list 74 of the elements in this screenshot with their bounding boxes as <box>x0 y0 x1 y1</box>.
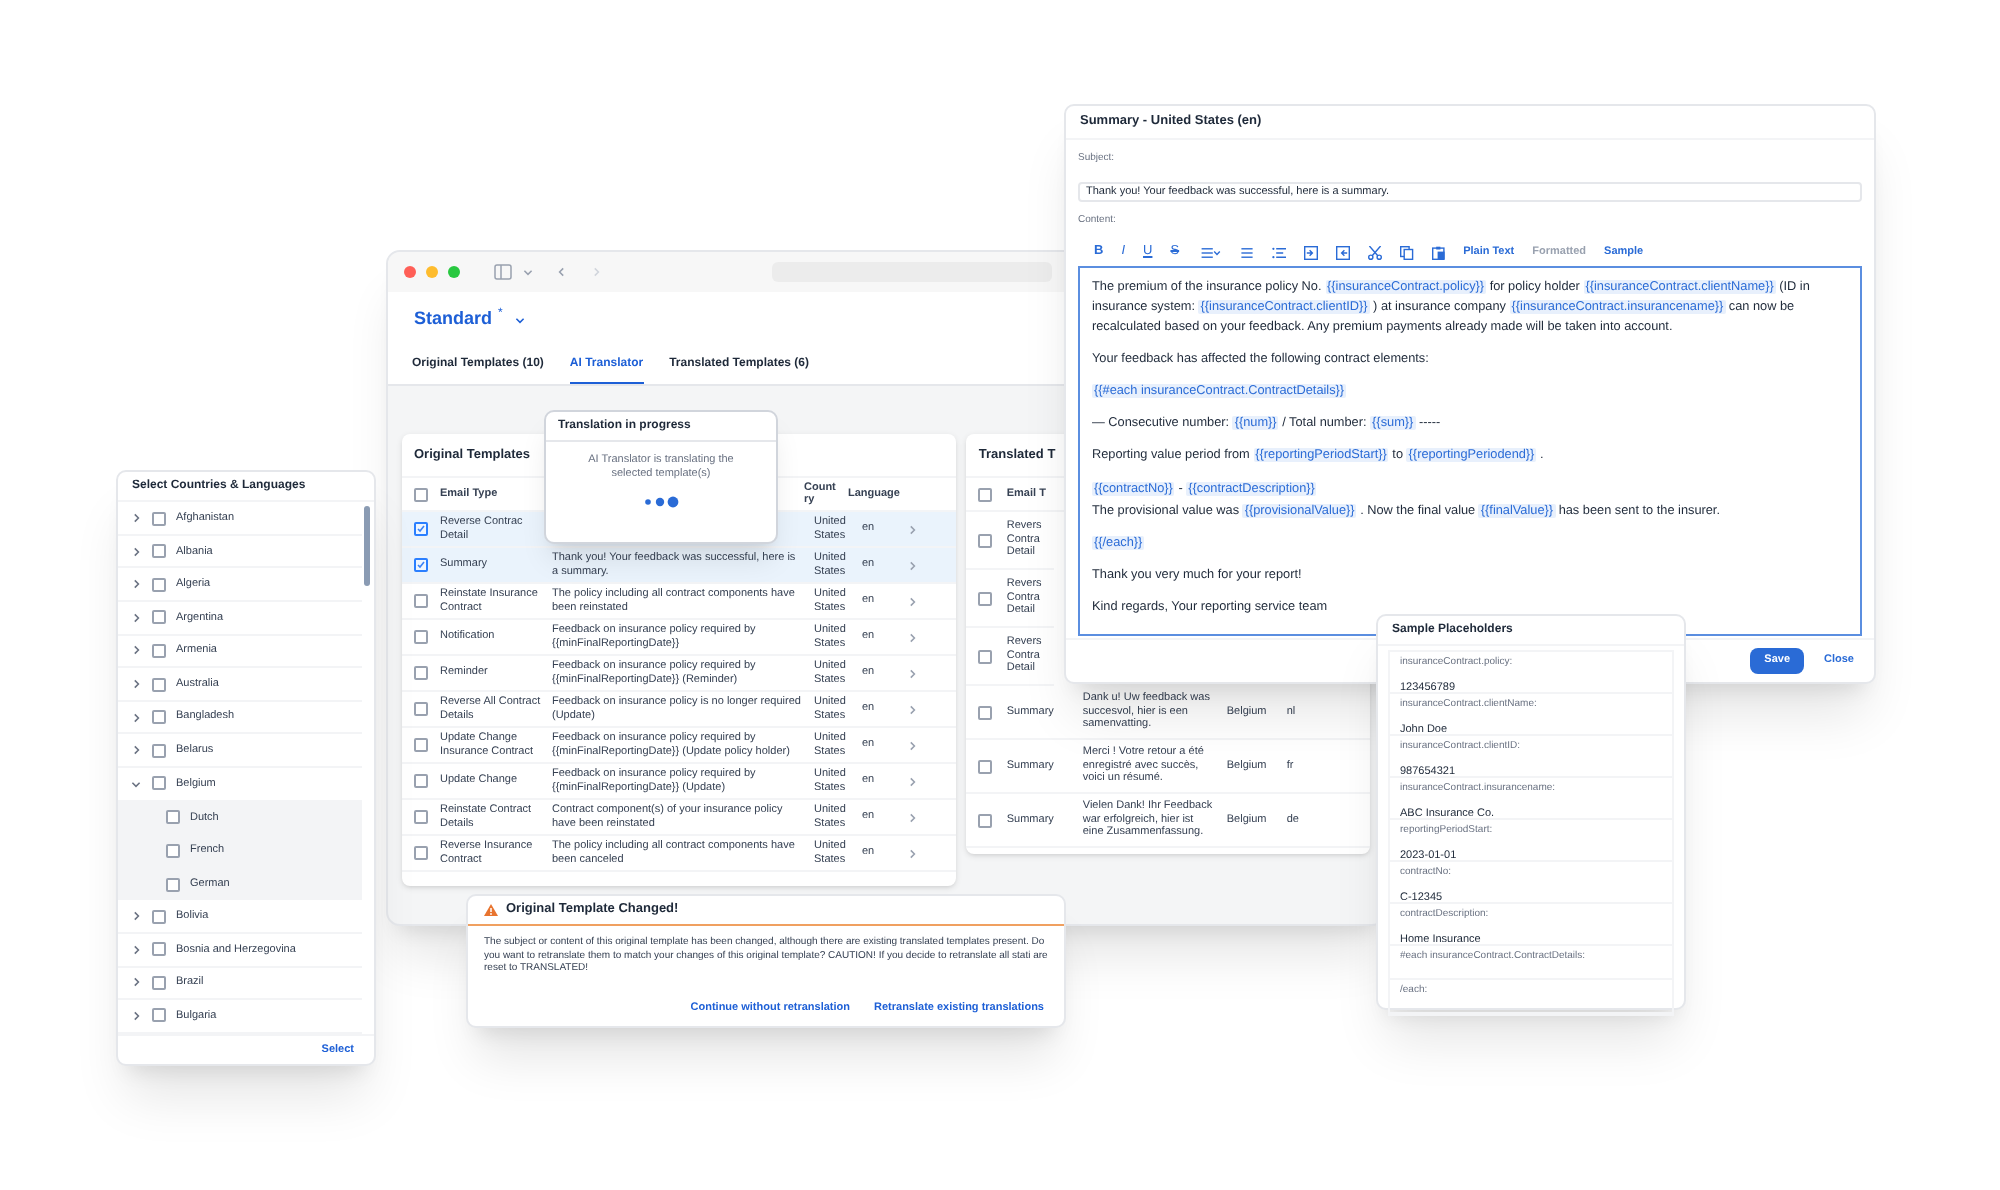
forward-icon[interactable] <box>590 266 602 278</box>
outdent-icon[interactable] <box>1335 245 1350 259</box>
list-icon[interactable] <box>1239 245 1254 259</box>
checkbox[interactable] <box>152 743 166 758</box>
expand-icon[interactable] <box>130 744 142 757</box>
loading-indicator-icon <box>643 496 679 508</box>
checkbox[interactable] <box>978 813 993 827</box>
checkbox[interactable] <box>152 544 166 559</box>
checkbox[interactable] <box>978 533 993 547</box>
expand-icon[interactable] <box>130 644 142 657</box>
checkbox[interactable] <box>414 846 428 860</box>
expand-icon[interactable] <box>130 910 142 923</box>
bulleted-list-icon[interactable] <box>1271 245 1286 259</box>
expand-icon[interactable] <box>130 678 142 691</box>
checkbox[interactable] <box>414 774 428 788</box>
expand-icon[interactable] <box>130 711 142 724</box>
sidebar-icon[interactable] <box>494 264 512 280</box>
checkbox[interactable] <box>152 710 166 725</box>
cut-icon[interactable] <box>1367 245 1382 259</box>
warning-icon <box>484 904 498 916</box>
checkbox[interactable] <box>978 487 993 501</box>
chevron-icon[interactable] <box>906 595 918 607</box>
caret-icon[interactable] <box>522 266 534 278</box>
checkbox[interactable] <box>152 511 166 526</box>
checkbox[interactable] <box>152 909 166 924</box>
chevron-icon[interactable] <box>906 703 918 715</box>
checkbox[interactable] <box>152 975 166 990</box>
expand-icon[interactable] <box>130 943 142 956</box>
expand-icon[interactable] <box>130 545 142 558</box>
checkbox[interactable] <box>166 810 180 825</box>
checkbox[interactable] <box>152 610 166 625</box>
caret-icon[interactable] <box>514 313 527 325</box>
expand-icon[interactable] <box>130 611 142 624</box>
checkbox[interactable] <box>166 877 180 892</box>
expand-icon[interactable] <box>130 976 142 989</box>
checkbox[interactable] <box>152 643 166 658</box>
checkbox[interactable] <box>978 591 993 605</box>
checkbox[interactable] <box>152 677 166 692</box>
checkbox[interactable] <box>414 522 428 536</box>
checkbox[interactable] <box>414 558 428 572</box>
chevron-icon[interactable] <box>906 775 918 787</box>
checkbox[interactable] <box>414 594 428 608</box>
chevron-icon[interactable] <box>906 559 918 571</box>
expand-icon[interactable] <box>130 777 142 790</box>
checkbox[interactable] <box>414 810 428 824</box>
checkbox[interactable] <box>152 776 166 791</box>
chevron-icon[interactable] <box>906 667 918 679</box>
indent-icon[interactable] <box>1303 245 1318 259</box>
chevron-icon[interactable] <box>906 847 918 859</box>
chevron-icon[interactable] <box>906 739 918 751</box>
chevron-icon[interactable] <box>906 523 918 535</box>
checkbox[interactable] <box>414 738 428 752</box>
checkbox[interactable] <box>166 843 180 858</box>
chevron-icon[interactable] <box>906 811 918 823</box>
scrollbar[interactable] <box>364 506 370 587</box>
checkbox[interactable] <box>414 702 428 716</box>
checkbox[interactable] <box>414 630 428 644</box>
checkbox[interactable] <box>414 487 428 501</box>
checkbox[interactable] <box>414 666 428 680</box>
back-icon[interactable] <box>556 266 568 278</box>
checkbox[interactable] <box>978 649 993 663</box>
checkbox[interactable] <box>152 942 166 957</box>
expand-icon[interactable] <box>130 512 142 525</box>
checkbox[interactable] <box>152 1008 166 1023</box>
checkbox[interactable] <box>978 759 993 773</box>
checkbox[interactable] <box>152 577 166 592</box>
chevron-icon[interactable] <box>906 631 918 643</box>
copy-icon[interactable] <box>1399 245 1414 259</box>
checkbox[interactable] <box>978 705 993 719</box>
align-icon[interactable] <box>1197 245 1222 259</box>
expand-icon[interactable] <box>130 578 142 591</box>
expand-icon[interactable] <box>130 1009 142 1022</box>
variant-title[interactable]: Standard <box>414 305 493 333</box>
paste-icon[interactable] <box>1431 245 1446 259</box>
